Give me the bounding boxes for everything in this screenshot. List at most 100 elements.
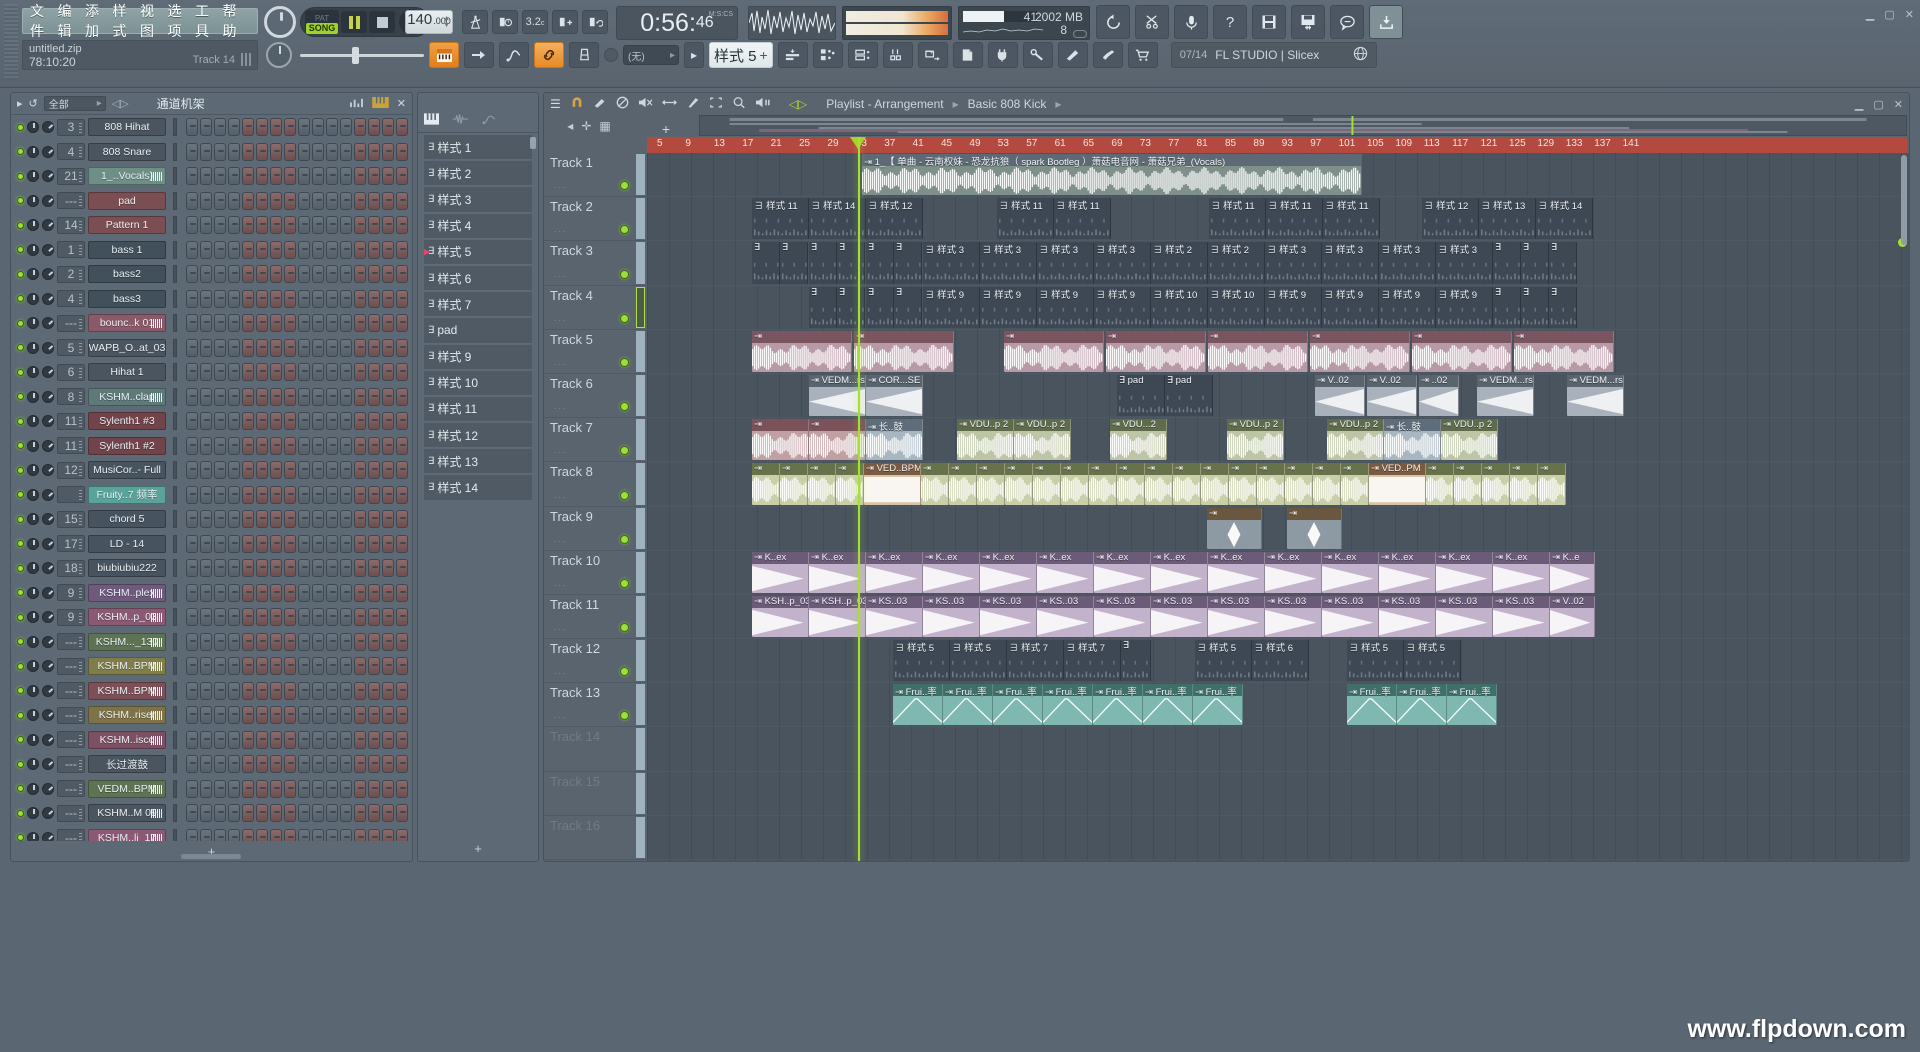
step-button[interactable] [270, 534, 282, 553]
step-button[interactable] [396, 804, 408, 823]
channel-pan-knob[interactable] [27, 709, 39, 722]
step-button[interactable] [200, 265, 212, 284]
step-button[interactable] [242, 314, 254, 333]
menu-item-view[interactable]: 视图 [140, 1, 168, 41]
playlist-clip[interactable]: ∃ 样式 11 [1209, 198, 1266, 240]
step-button[interactable] [256, 216, 268, 235]
channel-name-button[interactable]: bass 1 [88, 240, 166, 259]
channel-pan-knob[interactable] [27, 562, 39, 575]
channel-enable-led[interactable] [17, 221, 24, 229]
pl-mute-icon[interactable] [638, 96, 653, 112]
metronome-icon[interactable] [462, 10, 488, 34]
track-name-label[interactable]: Track 2 [550, 199, 593, 214]
channel-pan-knob[interactable] [27, 292, 39, 305]
step-button[interactable] [242, 412, 254, 431]
playlist-track-row[interactable]: Track 14 [544, 727, 1909, 772]
step-button[interactable] [214, 387, 226, 406]
channel-mixer-track[interactable]: 4 [57, 290, 85, 308]
step-button[interactable] [368, 191, 380, 210]
step-button[interactable] [298, 583, 310, 602]
step-button[interactable] [200, 608, 212, 627]
step-button[interactable] [256, 681, 268, 700]
step-button[interactable] [326, 559, 338, 578]
playlist-clip[interactable]: ∃ 样式 9 [1265, 286, 1322, 328]
step-button[interactable] [326, 167, 338, 186]
playlist-clip[interactable]: ∃ [837, 242, 865, 284]
playlist-clip[interactable]: ⇥ [1201, 463, 1229, 505]
step-button[interactable] [242, 706, 254, 725]
pl-maximize-icon[interactable]: ▢ [1873, 98, 1883, 111]
step-edit-icon[interactable] [552, 10, 578, 34]
tab-pattern-icon[interactable] [424, 113, 439, 128]
track-enable-led[interactable] [620, 446, 629, 456]
cut-icon[interactable] [1135, 5, 1169, 39]
step-button[interactable] [256, 363, 268, 382]
step-button[interactable] [354, 436, 366, 455]
playlist-track-row[interactable]: Track 8... ⇥ ⇥ ⇥ ⇥ ⇥ VED..BPM ⇥ ⇥ ⇥ ⇥ ⇥ ⇥ ⇥ ⇥ ⇥ ⇥ ⇥ ⇥ ⇥ ⇥ ⇥ ⇥… [544, 462, 1909, 507]
step-button[interactable] [312, 461, 324, 480]
step-button[interactable] [396, 118, 408, 137]
mixer-window-icon[interactable] [847, 42, 878, 68]
playlist-clip[interactable]: ⇥ [921, 463, 949, 505]
step-button[interactable] [340, 338, 352, 357]
breadcrumb-clip[interactable]: Basic 808 Kick [968, 97, 1047, 111]
step-button[interactable] [270, 436, 282, 455]
channel-volume-knob[interactable] [42, 733, 54, 746]
playlist-clip[interactable]: ∃ 样式 3 [1265, 242, 1322, 284]
channel-enable-led[interactable] [17, 393, 24, 401]
step-button[interactable] [228, 118, 240, 137]
playlist-clip[interactable]: ⇥ 长..鼓 [1384, 419, 1441, 461]
channel-volume-knob[interactable] [42, 439, 54, 452]
step-button[interactable] [354, 265, 366, 284]
playlist-clip[interactable]: ∃ 样式 11 [997, 198, 1054, 240]
playlist-clip[interactable]: ⇥ KS..03 [923, 595, 980, 638]
step-button[interactable] [382, 608, 394, 627]
channel-row[interactable]: --- KSHM..M 09 [11, 801, 412, 826]
playlist-clip[interactable]: ⇥ VEDM...rs) [1477, 374, 1534, 417]
track-options-icon[interactable]: ... [554, 401, 568, 411]
channel-row[interactable]: --- KSHM..._130 [11, 630, 412, 655]
channel-name-button[interactable]: 长过渡鼓 [88, 755, 166, 774]
step-button[interactable] [200, 804, 212, 823]
track-options-icon[interactable]: ... [554, 666, 568, 676]
playlist-clip[interactable]: ⇥ [1061, 463, 1089, 505]
step-button[interactable] [354, 755, 366, 774]
step-button[interactable] [298, 608, 310, 627]
step-button[interactable] [368, 828, 380, 841]
step-grid[interactable] [186, 363, 408, 382]
step-button[interactable] [326, 706, 338, 725]
track-lane[interactable] [647, 727, 1909, 771]
step-button[interactable] [368, 338, 380, 357]
step-button[interactable] [270, 363, 282, 382]
step-button[interactable] [382, 461, 394, 480]
step-button[interactable] [214, 461, 226, 480]
playlist-clip[interactable]: ⇥ KS..03 [1037, 595, 1094, 638]
playlist-clip[interactable]: ⇥ Frui..率 [1193, 684, 1243, 726]
step-button[interactable] [354, 534, 366, 553]
playlist-clip[interactable]: ⇥ Frui..率 [1143, 684, 1193, 726]
step-button[interactable] [312, 265, 324, 284]
step-button[interactable] [382, 265, 394, 284]
step-button[interactable] [270, 681, 282, 700]
maximize-icon[interactable]: ▢ [1884, 8, 1894, 21]
step-button[interactable] [312, 191, 324, 210]
step-button[interactable] [326, 804, 338, 823]
playlist-clip[interactable]: ⇥ [1310, 330, 1410, 372]
playlist-clip[interactable]: ⇥ [1426, 463, 1454, 505]
step-button[interactable] [270, 240, 282, 259]
step-grid[interactable] [186, 289, 408, 308]
step-button[interactable] [228, 363, 240, 382]
step-button[interactable] [228, 510, 240, 529]
playlist-clip[interactable]: ⇥ [752, 330, 852, 372]
step-button[interactable] [312, 314, 324, 333]
globe-icon[interactable] [1353, 46, 1368, 64]
help-icon[interactable]: ? [1213, 5, 1247, 39]
step-button[interactable] [396, 681, 408, 700]
channel-name-button[interactable]: KSHM..BPM [88, 681, 166, 700]
step-button[interactable] [214, 779, 226, 798]
pattern-list-item[interactable]: ∃ 样式 2 [424, 161, 532, 187]
step-grid[interactable] [186, 387, 408, 406]
mixer-icon[interactable] [569, 42, 599, 68]
channel-mixer-track[interactable]: --- [57, 804, 85, 822]
channel-enable-led[interactable] [17, 687, 24, 695]
